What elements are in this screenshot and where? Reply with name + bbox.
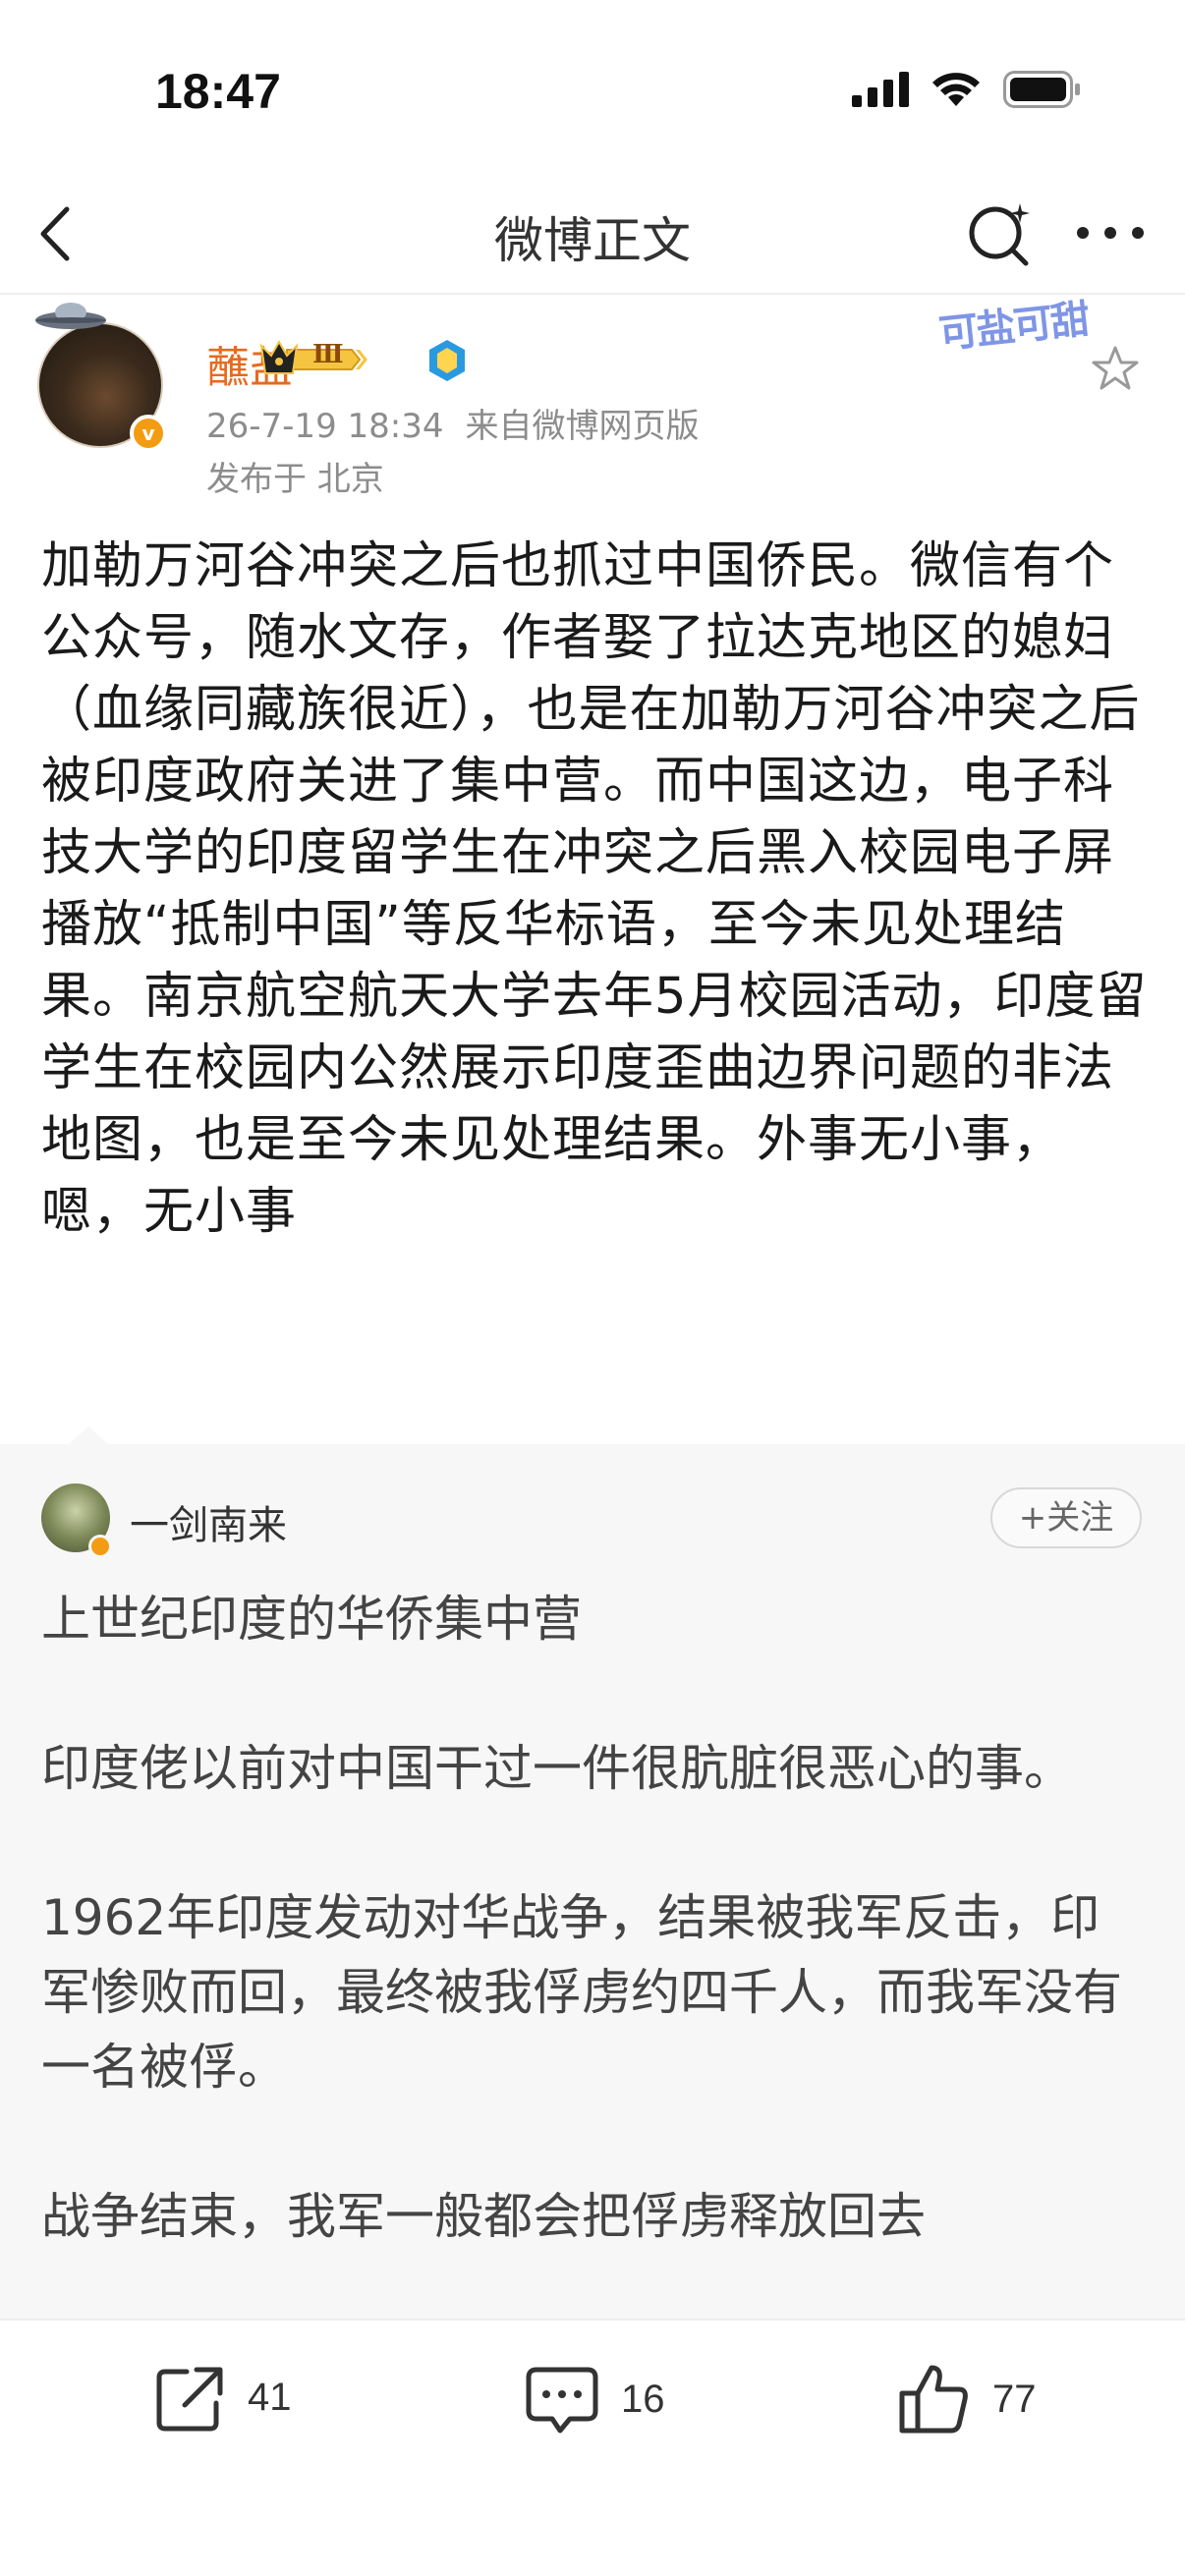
status-time: 18:47 [155, 64, 281, 119]
status-bar: 18:47 [0, 0, 1185, 187]
wifi-icon [932, 73, 980, 106]
comment-icon [526, 2367, 598, 2434]
retweet-paragraph: 1962年印度发动对华战争，结果被我军反击，印军惨败而回，最终被我俘虏约四千人，… [41, 1889, 1122, 2096]
battery-icon [1003, 71, 1080, 108]
decorative-sticker: 可盐可甜 [936, 297, 1091, 358]
action-bar: 41 16 77 [0, 2319, 1185, 2576]
search-icon [969, 203, 1030, 266]
signal-icon [852, 72, 909, 107]
member-level-label: Ⅲ [312, 340, 344, 369]
status-icons [852, 71, 1082, 108]
retweet-verified-icon [88, 1535, 112, 1558]
retweet-notch [69, 1427, 108, 1444]
post-location: 发布于 北京 [206, 460, 384, 499]
post-body: 加勒万河谷冲突之后也抓过中国侨民。微信有个公众号，随水文存，作者娶了拉达克地区的… [41, 537, 1148, 1241]
more-icon [1077, 227, 1144, 239]
star-icon [1092, 346, 1139, 390]
nav-bar: 微博正文 [0, 182, 1185, 295]
like-button[interactable]: 77 [894, 2360, 1037, 2438]
retweet-text: 上世纪印度的华侨集中营 印度佬以前对中国干过一件很肮脏很恶心的事。 1962年印… [41, 1582, 1132, 2319]
comment-count: 16 [621, 2377, 665, 2421]
verified-badge-icon: v [130, 415, 167, 452]
share-button[interactable]: 41 [153, 2360, 292, 2435]
more-button[interactable] [1071, 203, 1150, 262]
comment-button[interactable]: 16 [523, 2360, 665, 2438]
search-button[interactable] [961, 196, 1040, 274]
like-count: 77 [992, 2377, 1037, 2421]
follow-button[interactable]: +关注 [990, 1487, 1142, 1548]
retweet-author-name[interactable]: 一剑南来 [130, 1493, 287, 1550]
retweet-paragraph: 战争结束，我军一般都会把俘虏释放回去 [41, 2188, 926, 2245]
retweet-paragraph: 上世纪印度的华侨集中营 [41, 1591, 582, 1648]
retweet-paragraph: 印度佬以前对中国干过一件很肮脏很恶心的事。 [41, 1740, 1073, 1797]
post-source: 来自微博网页版 [465, 407, 700, 446]
ufo-icon [35, 303, 106, 329]
favorite-button[interactable] [1091, 344, 1140, 397]
thumbs-up-icon [899, 2365, 968, 2434]
retweet-card[interactable]: 一剑南来 +关注 上世纪印度的华侨集中营 印度佬以前对中国干过一件很肮脏很恶心的… [0, 1444, 1185, 2319]
author-avatar[interactable]: v [35, 303, 167, 452]
verified-icon [424, 338, 470, 387]
post-timestamp: 26-7-19 18:34 [206, 407, 444, 446]
post-meta: 26-7-19 18:34 来自微博网页版 [206, 399, 700, 447]
share-count: 41 [248, 2375, 292, 2419]
share-icon [156, 2367, 223, 2432]
